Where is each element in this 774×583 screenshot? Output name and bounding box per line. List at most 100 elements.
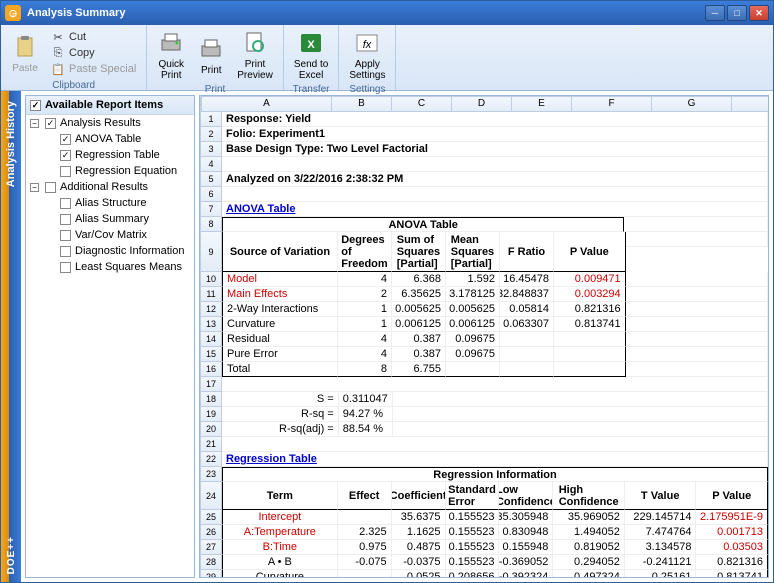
checkbox[interactable] — [60, 214, 71, 225]
cell[interactable]: 0.155523 — [446, 555, 500, 570]
cell[interactable]: Term — [222, 482, 338, 510]
cell[interactable]: 0.0525 — [392, 570, 446, 578]
cell[interactable]: 35.6375 — [392, 510, 446, 525]
cell[interactable]: -0.075 — [338, 555, 392, 570]
minimize-button[interactable]: ─ — [705, 5, 725, 21]
cell[interactable]: 2-Way Interactions — [222, 302, 338, 317]
checkbox[interactable] — [45, 182, 56, 193]
cell[interactable] — [338, 570, 392, 578]
cell[interactable]: 16.45478 — [500, 272, 554, 287]
cell[interactable]: 0.975 — [338, 540, 392, 555]
cell[interactable] — [626, 287, 768, 302]
cell[interactable]: 0.311047 — [339, 392, 393, 407]
cell[interactable] — [554, 347, 626, 362]
cell[interactable]: 0.006125 — [446, 317, 500, 332]
cell[interactable]: Main Effects — [222, 287, 338, 302]
cell[interactable]: Response: Yield — [222, 112, 768, 127]
cell[interactable]: 2.325 — [338, 525, 392, 540]
cell[interactable] — [222, 377, 768, 392]
cell[interactable] — [624, 217, 768, 232]
row-header[interactable]: 27 — [200, 540, 222, 555]
cell[interactable]: 0.05814 — [500, 302, 554, 317]
print-button[interactable]: Print — [191, 27, 231, 83]
cell[interactable]: -0.241121 — [625, 555, 697, 570]
cell[interactable]: Curvature — [222, 570, 338, 578]
cell[interactable]: 1 — [338, 317, 392, 332]
row-header[interactable]: 10 — [200, 272, 222, 287]
send-to-excel-button[interactable]: XSend to Excel — [288, 27, 334, 83]
row-header[interactable]: 8 — [200, 217, 222, 232]
cell[interactable]: 0.25161 — [625, 570, 697, 578]
column-header[interactable]: F — [572, 96, 652, 112]
cell[interactable]: 0.821316 — [696, 555, 768, 570]
cell[interactable]: -0.0375 — [392, 555, 446, 570]
column-header[interactable]: H — [732, 96, 769, 112]
spreadsheet[interactable]: ABCDEFGH 1Response: Yield2Folio: Experim… — [199, 95, 769, 578]
row-header[interactable]: 4 — [200, 157, 222, 172]
row-header[interactable]: 11 — [200, 287, 222, 302]
cell[interactable]: Coefficient — [392, 482, 446, 510]
cut-button[interactable]: ✂Cut — [49, 29, 138, 45]
row-header[interactable]: 5 — [200, 172, 222, 187]
cell[interactable]: Mean Squares [Partial] — [446, 232, 500, 272]
cell[interactable]: Folio: Experiment1 — [222, 127, 768, 142]
cell[interactable] — [554, 362, 626, 377]
row-header[interactable]: 25 — [200, 510, 222, 525]
cell[interactable]: 1.494052 — [553, 525, 625, 540]
paste-button[interactable]: Paste — [5, 27, 45, 79]
cell[interactable]: Analyzed on 3/22/2016 2:38:32 PM — [222, 172, 768, 187]
cell[interactable]: 0.813741 — [554, 317, 626, 332]
row-header[interactable]: 9 — [200, 232, 222, 272]
cell[interactable]: R-sq(adj) = — [222, 422, 339, 437]
checkbox[interactable] — [60, 198, 71, 209]
row-header[interactable]: 16 — [200, 362, 222, 377]
cell[interactable]: 6.368 — [392, 272, 446, 287]
cell[interactable] — [626, 232, 768, 247]
cell[interactable]: Residual — [222, 332, 338, 347]
cell[interactable]: 0.005625 — [446, 302, 500, 317]
cell[interactable]: 0.387 — [392, 347, 446, 362]
row-header[interactable]: 1 — [200, 112, 222, 127]
row-header[interactable]: 28 — [200, 555, 222, 570]
cell[interactable]: 2 — [338, 287, 392, 302]
cell[interactable]: 0.009471 — [554, 272, 626, 287]
cell[interactable]: 6.755 — [392, 362, 446, 377]
cell[interactable] — [626, 302, 768, 317]
expand-icon[interactable]: − — [30, 183, 39, 192]
cell[interactable] — [500, 362, 554, 377]
cell[interactable]: 1.1625 — [392, 525, 446, 540]
tree-item[interactable]: Regression Equation — [26, 163, 194, 179]
report-items-tree[interactable]: ✓Available Report Items −✓Analysis Resul… — [25, 95, 195, 578]
cell[interactable]: Regression Information — [222, 467, 768, 482]
select-all-corner[interactable] — [200, 96, 202, 112]
cell[interactable]: 0.155523 — [446, 525, 500, 540]
cell[interactable]: Degrees of Freedom — [338, 232, 392, 272]
row-header[interactable]: 6 — [200, 187, 222, 202]
row-header[interactable]: 18 — [200, 392, 222, 407]
cell[interactable] — [500, 332, 554, 347]
cell[interactable]: 35.305948 — [499, 510, 553, 525]
cell[interactable] — [222, 157, 768, 172]
checkbox-icon[interactable]: ✓ — [30, 100, 41, 111]
cell[interactable]: 0.001713 — [696, 525, 768, 540]
cell[interactable] — [626, 332, 768, 347]
cell[interactable]: 32.848837 — [500, 287, 554, 302]
row-header[interactable]: 3 — [200, 142, 222, 157]
checkbox[interactable] — [60, 166, 71, 177]
cell[interactable]: P Value — [696, 482, 768, 510]
cell[interactable] — [446, 362, 500, 377]
cell[interactable]: 0.09675 — [446, 332, 500, 347]
cell[interactable]: 3.178125 — [446, 287, 500, 302]
checkbox[interactable]: ✓ — [60, 150, 71, 161]
cell[interactable]: 0.063307 — [500, 317, 554, 332]
checkbox[interactable]: ✓ — [60, 134, 71, 145]
tree-item[interactable]: −Additional Results — [26, 179, 194, 195]
cell[interactable]: 4 — [338, 272, 392, 287]
copy-button[interactable]: ⎘Copy — [49, 45, 138, 61]
tree-item[interactable]: ✓Regression Table — [26, 147, 194, 163]
cell[interactable]: 0.155523 — [446, 510, 500, 525]
cell[interactable]: 0.813741 — [696, 570, 768, 578]
cell[interactable] — [222, 437, 768, 452]
tree-item[interactable]: Alias Structure — [26, 195, 194, 211]
column-header[interactable]: G — [652, 96, 732, 112]
